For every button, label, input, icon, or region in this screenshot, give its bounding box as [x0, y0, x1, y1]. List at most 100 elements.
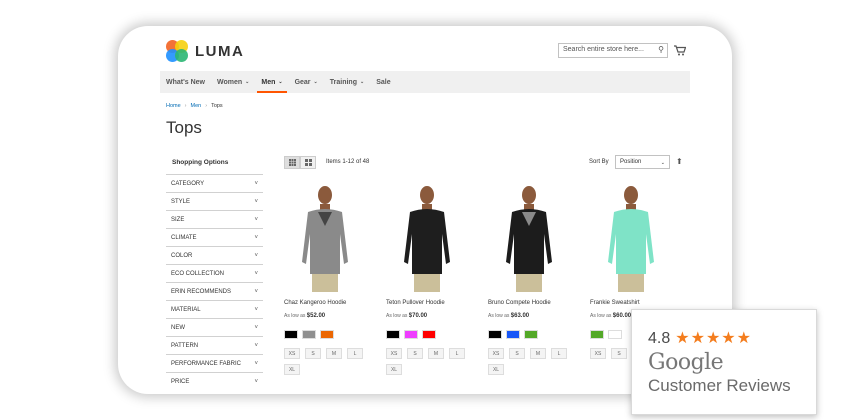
filter-color[interactable]: Color ˅ — [166, 246, 263, 264]
color-swatch[interactable] — [524, 330, 538, 339]
size-option[interactable]: XS — [590, 348, 606, 359]
size-option[interactable]: S — [611, 348, 627, 359]
color-swatch[interactable] — [506, 330, 520, 339]
filter-label: New — [171, 324, 185, 331]
filter-price[interactable]: Price ˅ — [166, 372, 263, 390]
google-customer-reviews-badge[interactable]: 4.8 ★ ★ ★ ★ ★ Google Customer Reviews — [631, 309, 817, 415]
search-input[interactable]: Search entire store here... ⚲ — [558, 43, 668, 58]
size-option[interactable]: XS — [488, 348, 504, 359]
product-image[interactable] — [590, 182, 672, 294]
product-card[interactable]: Bruno Compete Hoodie As low as $63.00 XS S M… — [488, 182, 570, 375]
nav-item-whats-new[interactable]: What's New — [166, 71, 205, 93]
price-value: $70.00 — [408, 313, 428, 319]
product-card[interactable]: Chaz Kangeroo Hoodie As low as $52.00 XS S M… — [284, 182, 366, 375]
filter-label: Color — [171, 252, 193, 259]
chevron-down-icon: ⌄ — [660, 160, 665, 166]
breadcrumb-separator-icon: › — [184, 103, 187, 109]
size-option[interactable]: M — [326, 348, 342, 359]
list-view-button[interactable] — [300, 156, 316, 169]
cart-icon[interactable] — [674, 43, 687, 61]
product-card[interactable]: Teton Pullover Hoodie As low as $70.00 XS S… — [386, 182, 468, 375]
chevron-down-icon: ˅ — [254, 360, 258, 367]
size-option[interactable]: L — [551, 348, 567, 359]
product-name[interactable]: Frankie Sweatshirt — [590, 300, 640, 306]
size-option[interactable]: XS — [284, 348, 300, 359]
chevron-down-icon: ˅ — [254, 198, 258, 205]
sort-direction-arrow-icon[interactable]: ⬆ — [676, 157, 683, 166]
filter-pattern[interactable]: Pattern ˅ — [166, 336, 263, 354]
filter-erin-recommends[interactable]: Erin Recommends ˅ — [166, 282, 263, 300]
product-name[interactable]: Chaz Kangeroo Hoodie — [284, 300, 346, 306]
nav-item-gear[interactable]: Gear ⌄ — [295, 71, 318, 93]
color-swatch[interactable] — [386, 330, 400, 339]
size-option[interactable]: XL — [284, 364, 300, 375]
filter-style[interactable]: Style ˅ — [166, 192, 263, 210]
size-option[interactable]: M — [428, 348, 444, 359]
price-prefix: As low as — [590, 313, 612, 319]
size-option[interactable]: M — [530, 348, 546, 359]
chevron-down-icon: ˅ — [254, 324, 258, 331]
product-name[interactable]: Bruno Compete Hoodie — [488, 300, 551, 306]
breadcrumb-home[interactable]: Home — [166, 103, 181, 109]
size-option[interactable]: XL — [488, 364, 504, 375]
filter-label: Performance Fabric — [171, 360, 242, 367]
chevron-down-icon: ⌄ — [245, 79, 250, 85]
filter-label: Climate — [171, 234, 197, 241]
price-value: $63.00 — [510, 313, 530, 319]
color-swatches — [284, 330, 334, 339]
breadcrumb-current: Tops — [211, 103, 223, 109]
color-swatch[interactable] — [488, 330, 502, 339]
color-swatch[interactable] — [320, 330, 334, 339]
product-image[interactable] — [386, 182, 468, 294]
size-option[interactable]: L — [347, 348, 363, 359]
size-option[interactable]: L — [449, 348, 465, 359]
nav-item-sale[interactable]: Sale — [376, 71, 390, 93]
filter-new[interactable]: New ˅ — [166, 318, 263, 336]
color-swatch[interactable] — [284, 330, 298, 339]
sort-value: Position — [620, 159, 642, 165]
filter-size[interactable]: Size ˅ — [166, 210, 263, 228]
size-option[interactable]: XS — [386, 348, 402, 359]
filter-label: Category — [171, 180, 205, 187]
product-image[interactable] — [488, 182, 570, 294]
customer-reviews-label: Customer Reviews — [648, 376, 791, 395]
color-swatch[interactable] — [608, 330, 622, 339]
size-option[interactable]: S — [305, 348, 321, 359]
product-card[interactable]: Frankie SweatshirtAs low as $60.00XSSXL — [590, 182, 672, 359]
luma-logo[interactable]: LUMA — [166, 40, 244, 62]
rating-value: 4.8 — [648, 330, 671, 347]
size-options: XS S M L XL — [386, 348, 468, 375]
color-swatch[interactable] — [302, 330, 316, 339]
nav-item-training[interactable]: Training ⌄ — [330, 71, 364, 93]
price-value: $60.00 — [612, 313, 632, 319]
filter-climate[interactable]: Climate ˅ — [166, 228, 263, 246]
star-icon: ★ — [675, 330, 690, 347]
product-name[interactable]: Teton Pullover Hoodie — [386, 300, 445, 306]
grid-view-button[interactable] — [284, 156, 300, 169]
product-image[interactable] — [284, 182, 366, 294]
nav-item-men[interactable]: Men ⌄ — [257, 71, 287, 93]
size-option[interactable]: S — [509, 348, 525, 359]
chevron-down-icon: ˅ — [254, 270, 258, 277]
chevron-down-icon: ˅ — [254, 288, 258, 295]
color-swatches — [590, 330, 622, 339]
size-option[interactable]: S — [407, 348, 423, 359]
filter-category[interactable]: Category ˅ — [166, 174, 263, 192]
color-swatch[interactable] — [404, 330, 418, 339]
google-wordmark: Google — [648, 350, 724, 375]
color-swatch[interactable] — [590, 330, 604, 339]
color-swatch[interactable] — [422, 330, 436, 339]
sort-select[interactable]: Position ⌄ — [615, 155, 670, 169]
nav-item-label: Men — [261, 78, 276, 86]
filter-list: Category ˅ Style ˅ Size ˅ Climate ˅ Color ˅ Eco Co… — [166, 174, 263, 390]
size-option[interactable]: XL — [386, 364, 402, 375]
breadcrumb-men[interactable]: Men — [191, 103, 202, 109]
search-icon[interactable]: ⚲ — [658, 45, 664, 54]
nav-item-women[interactable]: Women ⌄ — [217, 71, 249, 93]
filter-performance-fabric[interactable]: Performance Fabric ˅ — [166, 354, 263, 372]
price-value: $52.00 — [306, 313, 326, 319]
filter-eco-collection[interactable]: Eco Collection ˅ — [166, 264, 263, 282]
filter-label: Size — [171, 216, 185, 223]
filter-material[interactable]: Material ˅ — [166, 300, 263, 318]
filter-label: Style — [171, 198, 191, 205]
